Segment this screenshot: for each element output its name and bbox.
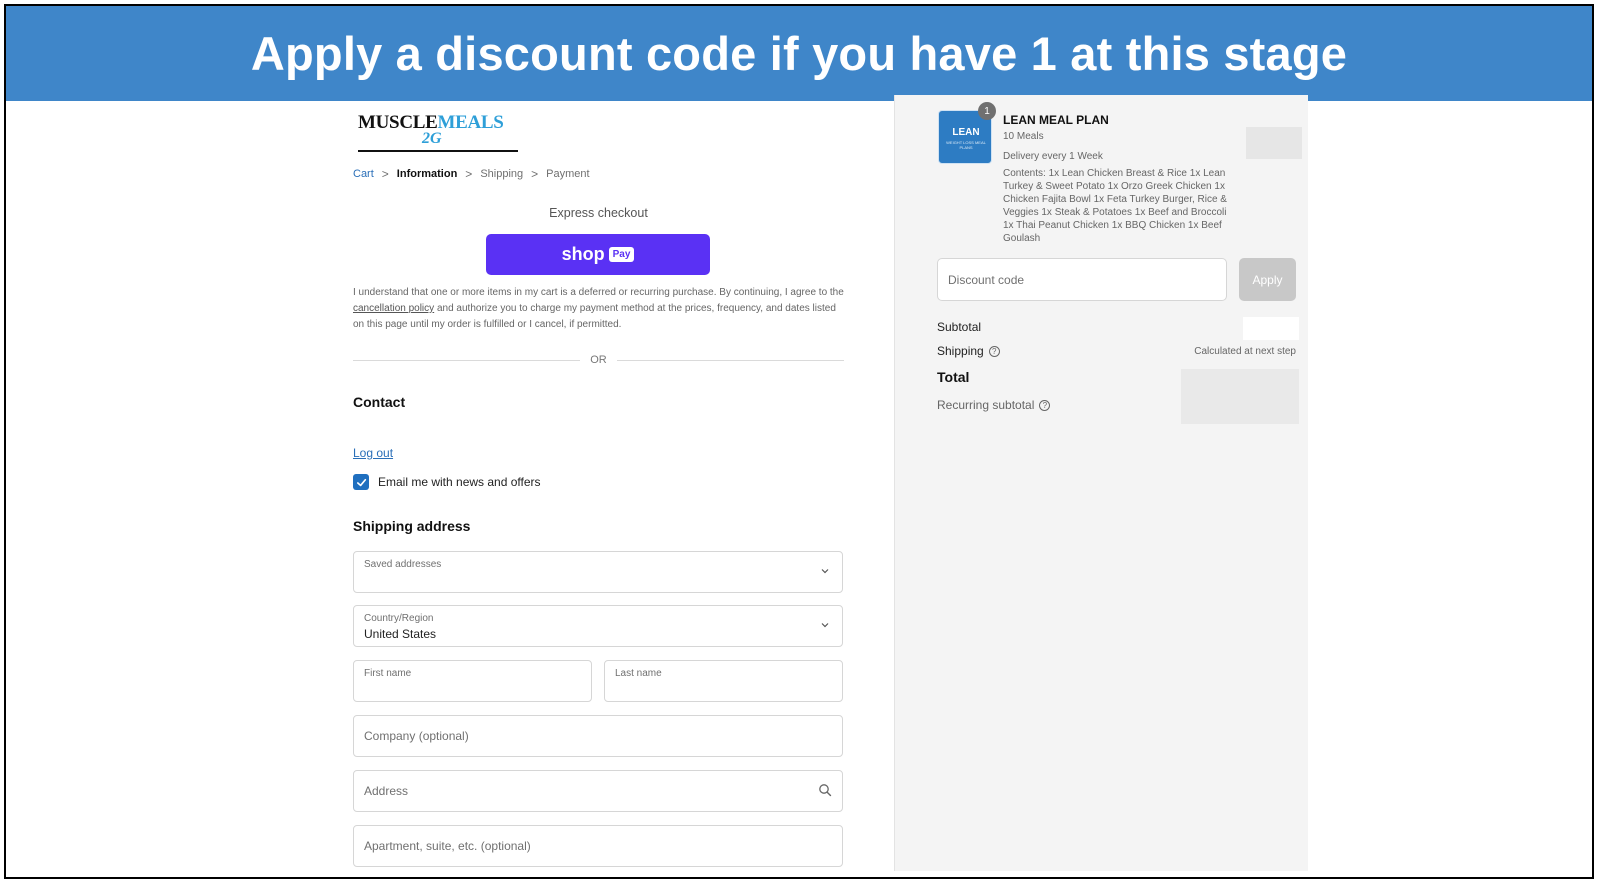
logo-subscript: 2G xyxy=(422,130,442,147)
store-logo[interactable]: MUSCLEMEALS 2G xyxy=(358,108,518,152)
contact-heading: Contact xyxy=(353,394,406,410)
product-thumbnail-subtitle: WEIGHT LOSS MEAL PLANS xyxy=(946,140,986,150)
redaction-mask xyxy=(362,579,512,591)
address-field[interactable]: Address xyxy=(353,770,843,812)
product-contents: Contents: 1x Lean Chicken Breast & Rice … xyxy=(1003,168,1227,244)
product-thumbnail-title: LEAN xyxy=(952,127,980,138)
cancellation-policy-link[interactable]: cancellation policy xyxy=(353,303,434,314)
caption-text: Apply a discount code if you have 1 at t… xyxy=(250,27,1348,80)
or-divider-text: OR xyxy=(590,354,607,366)
country-region-value: United States xyxy=(364,627,437,641)
discount-code-placeholder: Discount code xyxy=(948,273,1025,287)
total-label: Total xyxy=(937,369,969,385)
checkmark-icon xyxy=(356,478,366,486)
breadcrumb: Cart > Information > Shipping > Payment xyxy=(353,167,590,181)
breadcrumb-payment: Payment xyxy=(546,168,590,180)
shipping-address-heading: Shipping address xyxy=(353,518,471,534)
address-placeholder: Address xyxy=(364,784,409,798)
express-checkout-label: Express checkout xyxy=(549,206,648,220)
country-region-label: Country/Region xyxy=(364,613,434,624)
divider-line xyxy=(353,359,581,361)
recurring-purchase-disclaimer: I understand that one or more items in m… xyxy=(353,285,844,333)
or-divider: OR xyxy=(353,354,844,366)
quantity-badge: 1 xyxy=(978,102,996,120)
help-icon[interactable]: ? xyxy=(988,345,1000,357)
breadcrumb-cart[interactable]: Cart xyxy=(353,168,374,180)
product-variant: 10 Meals xyxy=(1003,131,1044,142)
last-name-label: Last name xyxy=(615,668,662,679)
logo-underline xyxy=(358,150,518,152)
chevron-down-icon xyxy=(818,618,832,632)
first-name-field[interactable]: First name xyxy=(353,660,592,702)
shop-pay-wordmark: shop xyxy=(561,244,605,264)
recurring-subtotal-label: Recurring subtotal ? xyxy=(937,398,1051,412)
discount-code-input[interactable]: Discount code xyxy=(937,258,1227,301)
chevron-down-icon xyxy=(818,564,832,578)
apply-discount-button[interactable]: Apply xyxy=(1239,258,1296,301)
chevron-right-icon: > xyxy=(465,167,473,181)
shipping-label-text: Shipping xyxy=(937,344,984,358)
search-icon[interactable] xyxy=(818,783,832,797)
logo-word-meals: MEALS xyxy=(437,112,504,133)
newsletter-checkbox[interactable] xyxy=(353,474,369,490)
breadcrumb-shipping: Shipping xyxy=(480,168,524,180)
apartment-field[interactable]: Apartment, suite, etc. (optional) xyxy=(353,825,843,867)
newsletter-option[interactable]: Email me with news and offers xyxy=(353,474,541,490)
shop-pay-chip: Pay xyxy=(608,247,635,262)
newsletter-label: Email me with news and offers xyxy=(378,475,541,489)
breadcrumb-information: Information xyxy=(396,168,458,180)
shop-pay-button[interactable]: shop Pay xyxy=(486,234,710,275)
last-name-field[interactable]: Last name xyxy=(604,660,843,702)
subtotal-label-text: Subtotal xyxy=(937,320,982,334)
divider-line xyxy=(616,359,844,361)
help-icon[interactable]: ? xyxy=(1039,399,1051,411)
company-field[interactable]: Company (optional) xyxy=(353,715,843,757)
country-region-select[interactable]: Country/Region United States xyxy=(353,605,843,647)
total-label-text: Total xyxy=(937,369,970,385)
disclaimer-text-start: I understand that one or more items in m… xyxy=(353,287,844,298)
chevron-right-icon: > xyxy=(381,167,389,181)
shipping-label: Shipping ? xyxy=(937,344,1000,358)
product-delivery-frequency: Delivery every 1 Week xyxy=(1003,151,1103,162)
subtotal-label: Subtotal xyxy=(937,320,981,334)
product-name: LEAN MEAL PLAN xyxy=(1003,113,1109,127)
saved-addresses-label: Saved addresses xyxy=(364,559,442,570)
total-value-redacted xyxy=(1181,369,1299,424)
caption-banner: Apply a discount code if you have 1 at t… xyxy=(6,6,1592,101)
subtotal-value-redacted xyxy=(1243,317,1299,340)
shipping-value: Calculated at next step xyxy=(1194,346,1296,357)
company-placeholder: Company (optional) xyxy=(364,729,469,743)
recurring-subtotal-label-text: Recurring subtotal xyxy=(937,398,1035,412)
product-price-redacted xyxy=(1246,127,1302,159)
logout-link[interactable]: Log out xyxy=(353,446,393,460)
first-name-label: First name xyxy=(364,668,412,679)
saved-addresses-select[interactable]: Saved addresses xyxy=(353,551,843,593)
chevron-right-icon: > xyxy=(531,167,539,181)
apartment-placeholder: Apartment, suite, etc. (optional) xyxy=(364,839,531,853)
